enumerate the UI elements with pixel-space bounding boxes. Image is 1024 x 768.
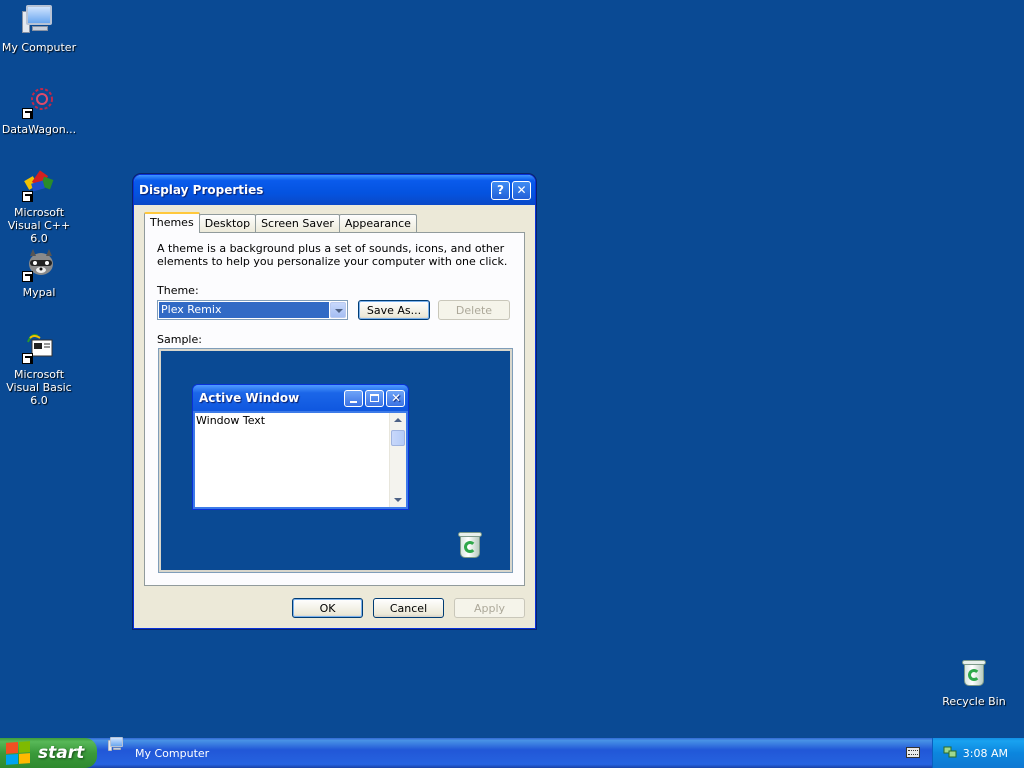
- desktop-icon-label: Microsoft Visual C++ 6.0: [7, 206, 71, 245]
- start-button[interactable]: start: [0, 738, 97, 768]
- desktop-icon-label: Mypal: [22, 286, 56, 299]
- minimize-icon: [344, 389, 363, 407]
- windows-logo-icon: [6, 741, 30, 765]
- dialog-title: Display Properties: [139, 183, 264, 197]
- sample-scrollbar: [389, 413, 406, 507]
- sample-window-body: Window Text: [195, 413, 406, 507]
- tab-themes[interactable]: Themes: [144, 212, 200, 233]
- sample-recycle-bin-icon: [455, 529, 485, 559]
- taskbar: start My Computer 3:08 AM: [0, 737, 1024, 768]
- help-button[interactable]: ?: [491, 180, 510, 200]
- tab-desktop[interactable]: Desktop: [198, 214, 257, 233]
- taskbar-item-my-computer[interactable]: My Computer: [104, 737, 219, 765]
- desktop-icon-label: DataWagon...: [1, 123, 77, 136]
- scroll-down-icon: [394, 498, 402, 502]
- tab-strip: Themes Desktop Screen Saver Appearance: [144, 212, 417, 233]
- visual-cpp-icon: [22, 168, 56, 202]
- my-computer-icon: [22, 3, 56, 37]
- clock[interactable]: 3:08 AM: [963, 747, 1008, 760]
- desktop-icon-mypal[interactable]: Mypal: [0, 248, 78, 299]
- tab-appearance[interactable]: Appearance: [338, 214, 417, 233]
- desktop-icon-label: Recycle Bin: [942, 695, 1006, 708]
- desktop-icon-recycle-bin[interactable]: Recycle Bin: [935, 657, 1013, 708]
- theme-label: Theme:: [157, 284, 199, 297]
- chevron-down-icon[interactable]: [330, 302, 346, 318]
- save-as-button[interactable]: Save As...: [358, 300, 430, 320]
- sample-window-titlebar: Active Window ✕: [193, 385, 408, 411]
- theme-dropdown[interactable]: Plex Remix: [157, 300, 348, 320]
- scroll-up-icon: [394, 418, 402, 422]
- close-button[interactable]: ✕: [512, 180, 531, 200]
- start-label: start: [38, 743, 85, 763]
- my-computer-icon: [108, 736, 125, 753]
- sample-label: Sample:: [157, 333, 202, 346]
- desktop-icon-label: My Computer: [1, 41, 77, 54]
- scroll-thumb: [391, 430, 405, 446]
- cancel-button[interactable]: Cancel: [373, 598, 444, 618]
- themes-panel: A theme is a background plus a set of so…: [144, 232, 525, 586]
- keyboard-icon[interactable]: [906, 747, 920, 758]
- mypal-raccoon-icon: [22, 248, 56, 282]
- recycle-bin-icon: [957, 657, 991, 691]
- desktop-icon-datawagon[interactable]: DataWagon...: [0, 85, 78, 136]
- system-tray: 3:08 AM: [932, 738, 1024, 768]
- visual-basic-icon: [22, 330, 56, 364]
- display-properties-dialog: Display Properties ? ✕ Themes Desktop Sc…: [133, 174, 536, 629]
- desktop-icon-visual-basic[interactable]: Microsoft Visual Basic 6.0: [0, 330, 78, 407]
- tab-screen-saver[interactable]: Screen Saver: [255, 214, 340, 233]
- theme-sample-preview: Active Window ✕ Window Text: [158, 348, 513, 573]
- delete-button[interactable]: Delete: [438, 300, 510, 320]
- theme-description: A theme is a background plus a set of so…: [157, 242, 508, 268]
- desktop-icon-my-computer[interactable]: My Computer: [0, 3, 78, 54]
- dialog-titlebar[interactable]: Display Properties ? ✕: [134, 175, 535, 205]
- sample-active-window: Active Window ✕ Window Text: [192, 384, 409, 510]
- datawagon-icon: [22, 85, 56, 119]
- network-icon[interactable]: [943, 746, 957, 759]
- desktop-icon-visual-cpp[interactable]: Microsoft Visual C++ 6.0: [0, 168, 78, 245]
- theme-dropdown-value: Plex Remix: [159, 302, 329, 318]
- taskbar-item-label: My Computer: [135, 746, 210, 760]
- sample-window-text: Window Text: [196, 414, 266, 427]
- apply-button[interactable]: Apply: [454, 598, 525, 618]
- desktop-icon-label: Microsoft Visual Basic 6.0: [6, 368, 72, 407]
- close-icon: ✕: [386, 389, 405, 407]
- maximize-icon: [365, 389, 384, 407]
- ok-button[interactable]: OK: [292, 598, 363, 618]
- sample-window-title: Active Window: [199, 391, 300, 405]
